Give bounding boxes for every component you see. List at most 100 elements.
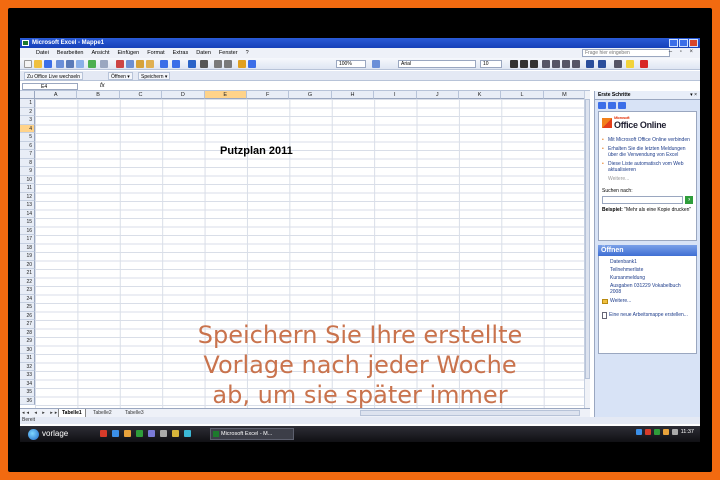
row-header[interactable]: 20 <box>20 260 35 269</box>
recent-file[interactable]: Datenbank1 <box>610 259 693 265</box>
column-header[interactable]: M <box>543 91 587 99</box>
row-header[interactable]: 30 <box>20 345 35 354</box>
column-header[interactable]: J <box>416 91 459 99</box>
column-header[interactable]: F <box>246 91 290 99</box>
cut-icon[interactable] <box>116 60 124 68</box>
print-preview-icon[interactable] <box>76 60 84 68</box>
tab-tabelle3[interactable]: Tabelle3 <box>122 409 147 417</box>
copy-icon[interactable] <box>126 60 134 68</box>
workbook-controls[interactable]: – ▫ × <box>669 49 696 55</box>
more-link[interactable]: Weitere... <box>608 176 693 182</box>
row-header[interactable]: 36 <box>20 396 35 405</box>
row-header[interactable]: 9 <box>20 167 35 176</box>
borders-icon[interactable] <box>614 60 622 68</box>
row-header[interactable]: 19 <box>20 252 35 261</box>
cell-title[interactable]: Putzplan 2011 <box>220 145 293 157</box>
quicklaunch-icon[interactable] <box>172 430 179 437</box>
help-search-input[interactable]: Frage hier eingeben <box>582 49 670 57</box>
row-header[interactable]: 28 <box>20 328 35 337</box>
menu-item[interactable]: Datei <box>36 50 49 56</box>
taskbar-excel-button[interactable]: Microsoft Excel - M... <box>210 428 294 440</box>
row-header[interactable]: 10 <box>20 175 35 184</box>
menu-item[interactable]: Ansicht <box>91 50 109 56</box>
row-header[interactable]: 31 <box>20 354 35 363</box>
column-header[interactable]: D <box>162 91 205 99</box>
save-button[interactable]: Speichern ▾ <box>138 72 171 80</box>
start-button[interactable]: vorlage <box>28 428 68 440</box>
search-input[interactable] <box>602 196 684 204</box>
new-workbook-link[interactable]: Eine neue Arbeitsmappe erstellen... <box>602 312 693 319</box>
link-update[interactable]: Diese Liste automatisch vom Web aktualis… <box>602 161 693 173</box>
quicklaunch-icon[interactable] <box>112 430 119 437</box>
row-header[interactable]: 18 <box>20 243 35 252</box>
fill-color-icon[interactable] <box>626 60 634 68</box>
align-left-icon[interactable] <box>542 60 550 68</box>
sort-ascending-icon[interactable] <box>214 60 222 68</box>
maximize-icon[interactable] <box>679 39 688 47</box>
bold-icon[interactable] <box>510 60 518 68</box>
tab-tabelle1[interactable]: Tabelle1 <box>58 409 86 417</box>
select-all-corner[interactable] <box>20 91 35 99</box>
redo-icon[interactable] <box>172 60 180 68</box>
help-icon[interactable] <box>372 60 380 68</box>
new-icon[interactable] <box>24 60 32 68</box>
office-live-button[interactable]: Zu Office Live wechseln <box>24 72 83 80</box>
row-header[interactable]: 13 <box>20 201 35 210</box>
paste-icon[interactable] <box>136 60 144 68</box>
row-header[interactable]: 25 <box>20 303 35 312</box>
sheet-nav-arrows[interactable]: ◂◂ ◂ ▸ ▸▸ <box>22 410 59 416</box>
column-header[interactable]: I <box>374 91 417 99</box>
name-box[interactable]: E4 <box>22 83 78 90</box>
format-painter-icon[interactable] <box>146 60 154 68</box>
horizontal-scrollbar[interactable] <box>360 410 580 416</box>
row-header[interactable]: 11 <box>20 184 35 193</box>
row-header[interactable]: 5 <box>20 133 35 142</box>
row-header[interactable]: 27 <box>20 320 35 329</box>
row-header[interactable]: 8 <box>20 158 35 167</box>
menu-item[interactable]: Extras <box>173 50 189 56</box>
tray-icon[interactable] <box>671 429 678 435</box>
tray-icon[interactable] <box>635 429 642 435</box>
tray-icon[interactable] <box>662 429 669 435</box>
open-more[interactable]: Weitere... <box>602 298 693 304</box>
link-news[interactable]: Erhalten Sie die letzten Meldungen über … <box>602 146 693 158</box>
row-header[interactable]: 26 <box>20 311 35 320</box>
quicklaunch-icon[interactable] <box>124 430 131 437</box>
tray-icon[interactable] <box>653 429 660 435</box>
undo-icon[interactable] <box>160 60 168 68</box>
percent-icon[interactable] <box>598 60 606 68</box>
row-header[interactable]: 12 <box>20 192 35 201</box>
align-center-icon[interactable] <box>552 60 560 68</box>
row-header[interactable]: 33 <box>20 371 35 380</box>
sort-descending-icon[interactable] <box>224 60 232 68</box>
tray-icon[interactable] <box>644 429 651 435</box>
row-header[interactable]: 16 <box>20 226 35 235</box>
home-icon[interactable] <box>618 102 626 109</box>
quicklaunch-icon[interactable] <box>160 430 167 437</box>
menu-item[interactable]: Daten <box>196 50 211 56</box>
quicklaunch-icon[interactable] <box>136 430 143 437</box>
quicklaunch-icon[interactable] <box>184 430 191 437</box>
font-select[interactable]: Arial <box>398 60 476 68</box>
currency-icon[interactable] <box>586 60 594 68</box>
row-header[interactable]: 24 <box>20 294 35 303</box>
column-header[interactable]: H <box>331 91 375 99</box>
row-header[interactable]: 35 <box>20 388 35 397</box>
column-header[interactable]: K <box>458 91 502 99</box>
recent-file[interactable]: Ausgaben 031229 Vokabelbuch 2008 <box>610 283 693 295</box>
row-header[interactable]: 7 <box>20 150 35 159</box>
save-icon[interactable] <box>44 60 52 68</box>
autosum-icon[interactable] <box>200 60 208 68</box>
row-header[interactable]: 15 <box>20 218 35 227</box>
row-header[interactable]: 14 <box>20 209 35 218</box>
column-header[interactable]: A <box>35 91 78 99</box>
column-header[interactable]: G <box>289 91 332 99</box>
zoom-select[interactable]: 100% <box>336 60 366 68</box>
merge-center-icon[interactable] <box>572 60 580 68</box>
close-icon[interactable] <box>689 39 698 47</box>
menu-item[interactable]: Format <box>147 50 164 56</box>
menu-item[interactable]: Bearbeiten <box>57 50 84 56</box>
print-icon[interactable] <box>66 60 74 68</box>
research-icon[interactable] <box>100 60 108 68</box>
column-header[interactable]: E <box>204 91 247 99</box>
